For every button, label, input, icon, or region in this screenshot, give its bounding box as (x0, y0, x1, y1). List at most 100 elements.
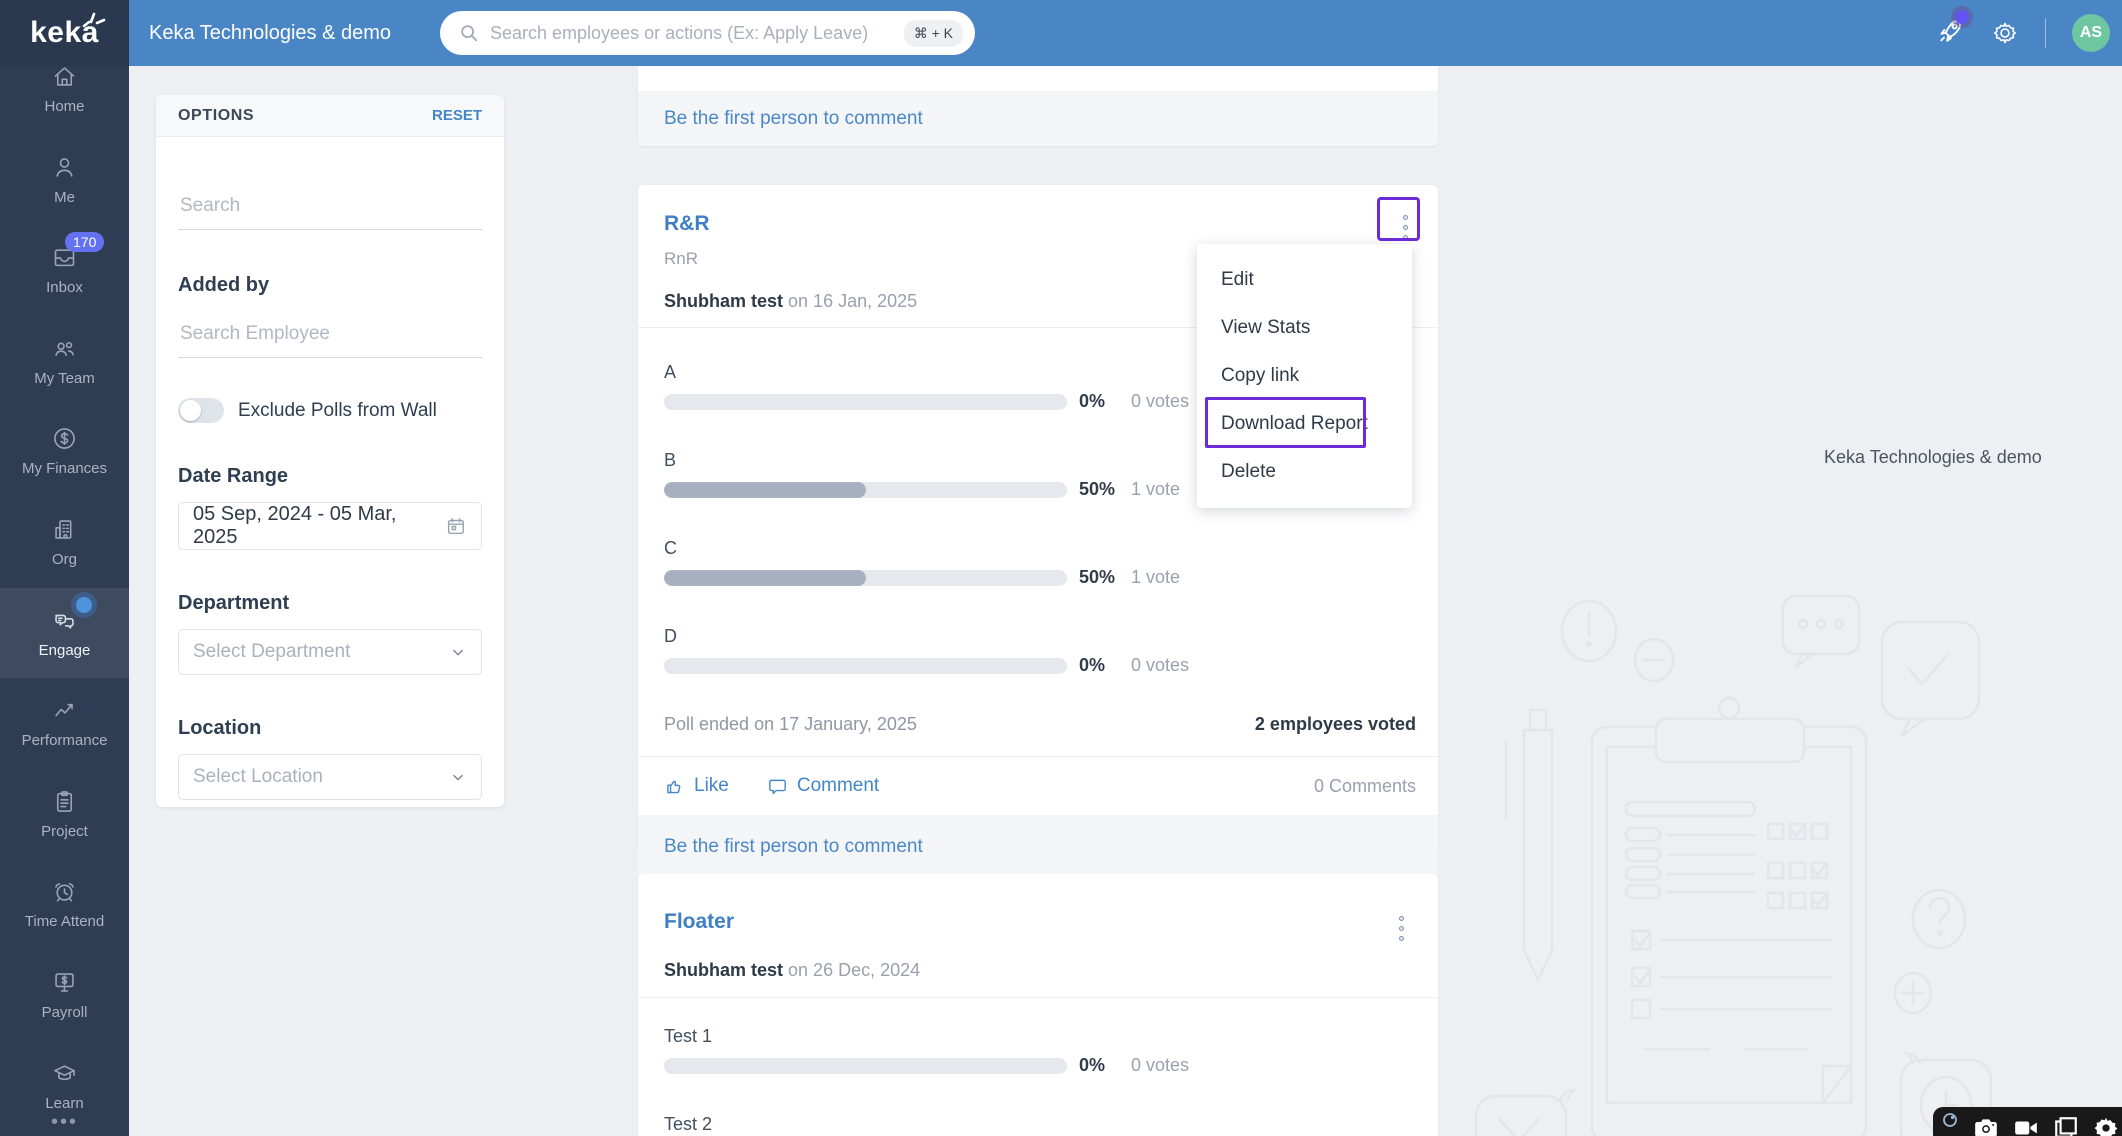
sidebar-item-label: My Team (34, 369, 95, 387)
learn-icon (54, 1064, 75, 1080)
menu-item[interactable]: View Stats (1197, 304, 1412, 352)
sidebar-item-label: Inbox (46, 279, 83, 297)
team-icon (55, 341, 74, 356)
department-select[interactable]: Select Department (178, 629, 482, 675)
poll-card-floater: Floater Shubham test on 26 Dec, 2024 Tes… (638, 874, 1438, 1136)
poll-option-bar (664, 569, 1067, 586)
sidebar-item-label: Performance (21, 732, 108, 750)
poll-option-percent: 0% (1079, 1055, 1106, 1075)
previous-post-card: Be the first person to comment (638, 66, 1438, 146)
department-label: Department (178, 592, 290, 614)
layers-copy-icon[interactable] (2053, 1115, 2079, 1136)
comment-bubble-icon (768, 779, 786, 794)
date-range-picker[interactable]: 05 Sep, 2024 - 05 Mar, 2025 (178, 502, 482, 550)
global-search-input[interactable] (490, 22, 904, 44)
sidebar-item-my-team[interactable]: My Team (0, 316, 129, 406)
filter-search-input[interactable] (178, 187, 482, 230)
calendar-icon (448, 518, 465, 535)
finances-icon (54, 428, 75, 450)
comment-prompt-link[interactable]: Be the first person to comment (664, 108, 923, 130)
poll-option-percent: 0% (1079, 655, 1106, 675)
extension-logo-icon[interactable] (1941, 1111, 1959, 1129)
sidebar-item-label: Learn (45, 1094, 84, 1112)
poll-menu-button[interactable] (1395, 912, 1408, 945)
sidebar-item-my-finances[interactable]: My Finances (0, 406, 129, 496)
notification-dot (1955, 9, 1969, 24)
sidebar-item-label: Time Attend (24, 913, 105, 931)
options-panel: OPTIONS RESET Added by Exclude Polls fro… (156, 95, 504, 807)
poll-author[interactable]: Shubham test (664, 960, 783, 980)
like-button[interactable]: Like (664, 775, 729, 797)
keka-logo[interactable]: keka (0, 0, 129, 66)
menu-item[interactable]: Delete (1197, 448, 1412, 496)
global-search[interactable]: ⌘ + K (440, 11, 975, 55)
org-icon (55, 520, 72, 539)
toolbar-gear-icon[interactable] (2093, 1115, 2119, 1136)
poll-ended-text: Poll ended on 17 January, 2025 (664, 714, 917, 734)
background-illustration (1474, 594, 1993, 1136)
sidebar-item-learn[interactable]: Learn (0, 1041, 129, 1131)
location-select[interactable]: Select Location (178, 754, 482, 800)
poll-author[interactable]: Shubham test (664, 291, 783, 311)
reset-button[interactable]: RESET (432, 107, 482, 124)
poll-option-bar (664, 657, 1067, 674)
chevron-down-icon (452, 649, 464, 656)
comment-button[interactable]: Comment (767, 775, 879, 797)
poll-voted-count[interactable]: 2 employees voted (1255, 714, 1416, 735)
user-avatar[interactable]: AS (2072, 14, 2110, 52)
poll-option-row[interactable]: C 50% 1 vote (664, 538, 1416, 588)
exclude-polls-toggle[interactable] (178, 398, 224, 423)
poll-option-row[interactable]: Test 1 0% 0 votes (664, 1026, 1416, 1076)
poll-title[interactable]: Floater (664, 874, 1416, 934)
sidebar-item-home[interactable]: Home (0, 66, 129, 134)
comment-prompt-link[interactable]: Be the first person to comment (664, 836, 923, 858)
employee-search-input[interactable] (178, 315, 482, 358)
menu-item[interactable]: Download Report (1197, 400, 1412, 448)
sidebar-item-time-attend[interactable]: Time Attend (0, 859, 129, 949)
poll-option-bar (664, 1057, 1067, 1074)
menu-item[interactable]: Edit (1197, 256, 1412, 304)
topbar-divider (2045, 18, 2046, 48)
performance-icon (55, 704, 73, 717)
poll-option-percent: 50% (1079, 567, 1116, 587)
poll-option-votes: 0 votes (1131, 1055, 1190, 1075)
thumbs-up-icon (667, 780, 681, 793)
inbox-badge: 170 (65, 232, 105, 253)
engage-icon (55, 614, 74, 629)
department-placeholder: Select Department (193, 641, 351, 662)
capture-extension-toolbar (1933, 1107, 2122, 1136)
poll-menu-button[interactable] (1399, 211, 1412, 244)
video-record-icon[interactable] (2013, 1115, 2039, 1136)
exclude-polls-label: Exclude Polls from Wall (238, 399, 437, 421)
sidebar-item-project[interactable]: Project (0, 769, 129, 859)
sidebar-item-inbox[interactable]: 170 Inbox (0, 225, 129, 315)
poll-option-row[interactable]: Test 2 (664, 1114, 1416, 1136)
sidebar-item-label: Me (54, 188, 75, 206)
poll-option-bar (664, 393, 1067, 410)
poll-option-row[interactable]: D 0% 0 votes (664, 626, 1416, 676)
sidebar-item-performance[interactable]: Performance (0, 678, 129, 768)
chevron-down-icon (452, 774, 464, 781)
time-attend-icon (55, 883, 74, 902)
sidebar-item-me[interactable]: Me (0, 135, 129, 225)
date-range-label: Date Range (178, 465, 289, 487)
poll-option-label: C (664, 538, 677, 558)
menu-item[interactable]: Copy link (1197, 352, 1412, 400)
sidebar-item-label: Engage (38, 641, 91, 659)
sidebar-item-label: Home (44, 98, 85, 115)
poll-option-votes: 0 votes (1131, 655, 1190, 675)
like-label: Like (694, 775, 729, 796)
payroll-icon (55, 973, 74, 992)
sidebar-nav: ••• Home Me 170 Inbox My Team My Finance… (0, 66, 129, 1136)
whats-new-button[interactable] (1935, 9, 1969, 51)
poll-option-votes: 0 votes (1131, 391, 1190, 411)
poll-option-votes: 1 vote (1131, 567, 1181, 587)
camera-icon[interactable] (1973, 1115, 1999, 1136)
date-range-value: 05 Sep, 2024 - 05 Mar, 2025 (193, 503, 397, 548)
settings-gear-icon[interactable] (1991, 19, 2019, 47)
poll-title[interactable]: R&R (664, 185, 1416, 236)
sidebar-item-org[interactable]: Org (0, 497, 129, 587)
comments-count: 0 Comments (1313, 775, 1416, 796)
sidebar-item-engage[interactable]: Engage (0, 587, 129, 678)
sidebar-item-payroll[interactable]: Payroll (0, 950, 129, 1040)
